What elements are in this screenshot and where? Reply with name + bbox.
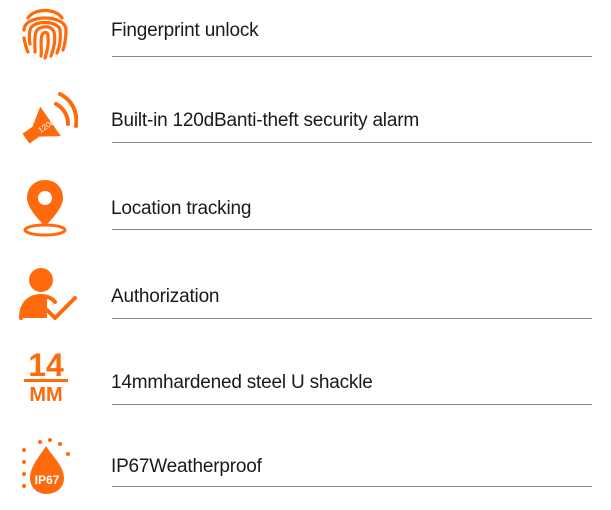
feature-label: Authorization [111,286,220,307]
user-check-icon [17,264,79,326]
feature-label: Location tracking [111,198,252,219]
feature-list: Fingerprint unlock 120dB Built-in 120dBa… [0,0,611,500]
ip67-waterproof-icon: IP67 [18,436,80,498]
shackle-mm-text: MM [29,384,62,406]
shackle-14-text: 14 [28,347,64,383]
feature-label: Built-in 120dBanti-theft security alarm [111,110,419,131]
fingerprint-icon [14,0,76,62]
divider [112,486,592,487]
feature-item-shackle: 14 MM 14mmhardened steel U shackle [0,342,611,422]
alarm-speaker-icon: 120dB [16,88,78,150]
ip67-text: IP67 [35,473,60,487]
feature-item-authorization: Authorization [0,258,611,338]
feature-label: IP67Weatherproof [111,456,262,477]
location-pin-icon [18,176,80,238]
feature-label: 14mmhardened steel U shackle [111,372,373,393]
feature-item-alarm: 120dB Built-in 120dBanti-theft security … [0,80,611,160]
divider [112,56,592,57]
divider [112,142,592,143]
feature-label: Fingerprint unlock [111,20,259,41]
feature-item-ip67: IP67 IP67Weatherproof [0,430,611,510]
divider [112,404,592,405]
feature-item-location: Location tracking [0,168,611,248]
feature-item-fingerprint: Fingerprint unlock [0,0,611,80]
shackle-14mm-icon: 14 MM [20,346,82,408]
divider [112,229,592,230]
divider [112,318,592,319]
